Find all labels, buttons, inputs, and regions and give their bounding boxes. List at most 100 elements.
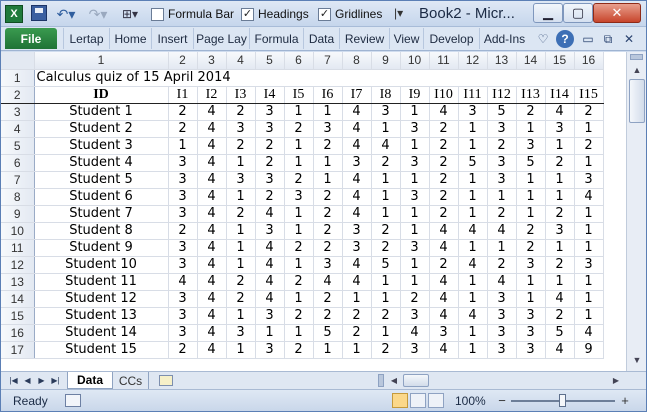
score-cell[interactable]: 4 bbox=[342, 120, 372, 138]
score-cell[interactable]: 1 bbox=[458, 188, 488, 206]
score-cell[interactable]: 2 bbox=[487, 205, 517, 223]
row-header[interactable]: 16 bbox=[1, 324, 35, 342]
score-cell[interactable]: 2 bbox=[313, 290, 343, 308]
score-cell[interactable]: 1 bbox=[400, 222, 430, 240]
score-cell[interactable]: 2 bbox=[284, 171, 314, 189]
student-name-cell[interactable]: Student 12 bbox=[34, 290, 169, 308]
score-cell[interactable]: 4 bbox=[197, 290, 227, 308]
column-header[interactable]: 7 bbox=[313, 52, 343, 70]
score-cell[interactable]: 3 bbox=[458, 103, 488, 121]
score-cell[interactable]: 1 bbox=[284, 324, 314, 342]
student-name-cell[interactable]: Student 5 bbox=[34, 171, 169, 189]
score-cell[interactable]: 2 bbox=[545, 205, 575, 223]
minimize-button[interactable]: ▁ bbox=[533, 3, 563, 23]
score-cell[interactable]: 3 bbox=[226, 120, 256, 138]
score-cell[interactable]: 4 bbox=[458, 307, 488, 325]
score-cell[interactable]: 2 bbox=[429, 137, 459, 155]
score-cell[interactable]: 2 bbox=[545, 307, 575, 325]
select-all-corner[interactable] bbox=[1, 52, 35, 70]
score-cell[interactable]: 4 bbox=[197, 137, 227, 155]
gridlines-toggle[interactable]: ✓ Gridlines bbox=[318, 6, 382, 22]
column-header[interactable]: 6 bbox=[284, 52, 314, 70]
score-cell[interactable]: 4 bbox=[545, 341, 575, 359]
score-cell[interactable]: 4 bbox=[342, 256, 372, 274]
score-cell[interactable]: 3 bbox=[226, 171, 256, 189]
score-cell[interactable]: 1 bbox=[226, 154, 256, 172]
score-cell[interactable]: 3 bbox=[168, 324, 198, 342]
student-name-cell[interactable]: Student 3 bbox=[34, 137, 169, 155]
score-cell[interactable]: 4 bbox=[371, 137, 401, 155]
score-cell[interactable]: 2 bbox=[545, 256, 575, 274]
student-name-cell[interactable]: Student 10 bbox=[34, 256, 169, 274]
score-cell[interactable]: 2 bbox=[429, 120, 459, 138]
score-cell[interactable]: 5 bbox=[458, 154, 488, 172]
column-header[interactable]: 5 bbox=[255, 52, 285, 70]
score-cell[interactable]: 3 bbox=[429, 324, 459, 342]
item-header-cell[interactable]: I11 bbox=[458, 86, 488, 104]
score-cell[interactable]: 2 bbox=[226, 103, 256, 121]
column-header[interactable]: 4 bbox=[226, 52, 256, 70]
student-name-cell[interactable]: Student 2 bbox=[34, 120, 169, 138]
restore-icon[interactable]: ⧉ bbox=[599, 30, 617, 48]
score-cell[interactable]: 1 bbox=[226, 222, 256, 240]
gridlines-checkbox[interactable]: ✓ bbox=[318, 7, 331, 21]
formula-bar-checkbox[interactable] bbox=[151, 7, 164, 21]
score-cell[interactable]: 3 bbox=[516, 341, 546, 359]
prev-sheet-icon[interactable]: ◀ bbox=[21, 374, 34, 387]
customize-icon[interactable]: ⊞▾ bbox=[119, 5, 141, 23]
score-cell[interactable]: 4 bbox=[429, 239, 459, 257]
score-cell[interactable]: 1 bbox=[458, 205, 488, 223]
formula-bar-toggle[interactable]: Formula Bar bbox=[151, 6, 234, 22]
score-cell[interactable]: 1 bbox=[371, 188, 401, 206]
score-cell[interactable]: 1 bbox=[400, 273, 430, 291]
score-cell[interactable]: 1 bbox=[371, 273, 401, 291]
student-name-cell[interactable]: Student 6 bbox=[34, 188, 169, 206]
score-cell[interactable]: 3 bbox=[226, 324, 256, 342]
score-cell[interactable]: 3 bbox=[342, 222, 372, 240]
more-commands-icon[interactable]: |▾ bbox=[394, 6, 403, 20]
score-cell[interactable]: 2 bbox=[429, 154, 459, 172]
score-cell[interactable]: 3 bbox=[168, 307, 198, 325]
score-cell[interactable]: 1 bbox=[400, 205, 430, 223]
tab-page-layout[interactable]: Page Lay bbox=[193, 28, 249, 49]
tab-view[interactable]: View bbox=[389, 28, 423, 49]
score-cell[interactable]: 4 bbox=[429, 307, 459, 325]
score-cell[interactable]: 4 bbox=[342, 171, 372, 189]
score-cell[interactable]: 4 bbox=[313, 273, 343, 291]
score-cell[interactable]: 5 bbox=[371, 256, 401, 274]
scroll-down-icon[interactable]: ▼ bbox=[629, 352, 645, 368]
sheet-tab-data[interactable]: Data bbox=[67, 372, 113, 389]
score-cell[interactable]: 5 bbox=[516, 154, 546, 172]
column-header[interactable]: 10 bbox=[400, 52, 430, 70]
score-cell[interactable]: 2 bbox=[371, 239, 401, 257]
score-cell[interactable]: 4 bbox=[197, 273, 227, 291]
score-cell[interactable]: 2 bbox=[313, 188, 343, 206]
score-cell[interactable]: 1 bbox=[458, 137, 488, 155]
score-cell[interactable]: 1 bbox=[400, 256, 430, 274]
row-header[interactable]: 12 bbox=[1, 256, 35, 274]
score-cell[interactable]: 1 bbox=[545, 188, 575, 206]
score-cell[interactable]: 2 bbox=[284, 239, 314, 257]
score-cell[interactable]: 2 bbox=[516, 103, 546, 121]
score-cell[interactable]: 4 bbox=[197, 188, 227, 206]
score-cell[interactable]: 2 bbox=[429, 205, 459, 223]
score-cell[interactable]: 1 bbox=[574, 307, 604, 325]
score-cell[interactable]: 1 bbox=[226, 188, 256, 206]
score-cell[interactable]: 1 bbox=[458, 171, 488, 189]
column-header[interactable]: 13 bbox=[487, 52, 517, 70]
row-header[interactable]: 15 bbox=[1, 307, 35, 325]
page-layout-view-button[interactable] bbox=[410, 393, 426, 408]
score-cell[interactable]: 3 bbox=[516, 137, 546, 155]
score-cell[interactable]: 1 bbox=[516, 290, 546, 308]
score-cell[interactable]: 4 bbox=[574, 324, 604, 342]
score-cell[interactable]: 1 bbox=[284, 256, 314, 274]
score-cell[interactable]: 3 bbox=[545, 222, 575, 240]
score-cell[interactable]: 1 bbox=[284, 137, 314, 155]
undo-icon[interactable]: ↶▾ bbox=[55, 5, 77, 23]
score-cell[interactable]: 3 bbox=[342, 154, 372, 172]
score-cell[interactable]: 3 bbox=[487, 324, 517, 342]
score-cell[interactable]: 4 bbox=[255, 256, 285, 274]
macro-record-icon[interactable] bbox=[65, 394, 81, 407]
score-cell[interactable]: 2 bbox=[226, 273, 256, 291]
score-cell[interactable]: 3 bbox=[487, 154, 517, 172]
